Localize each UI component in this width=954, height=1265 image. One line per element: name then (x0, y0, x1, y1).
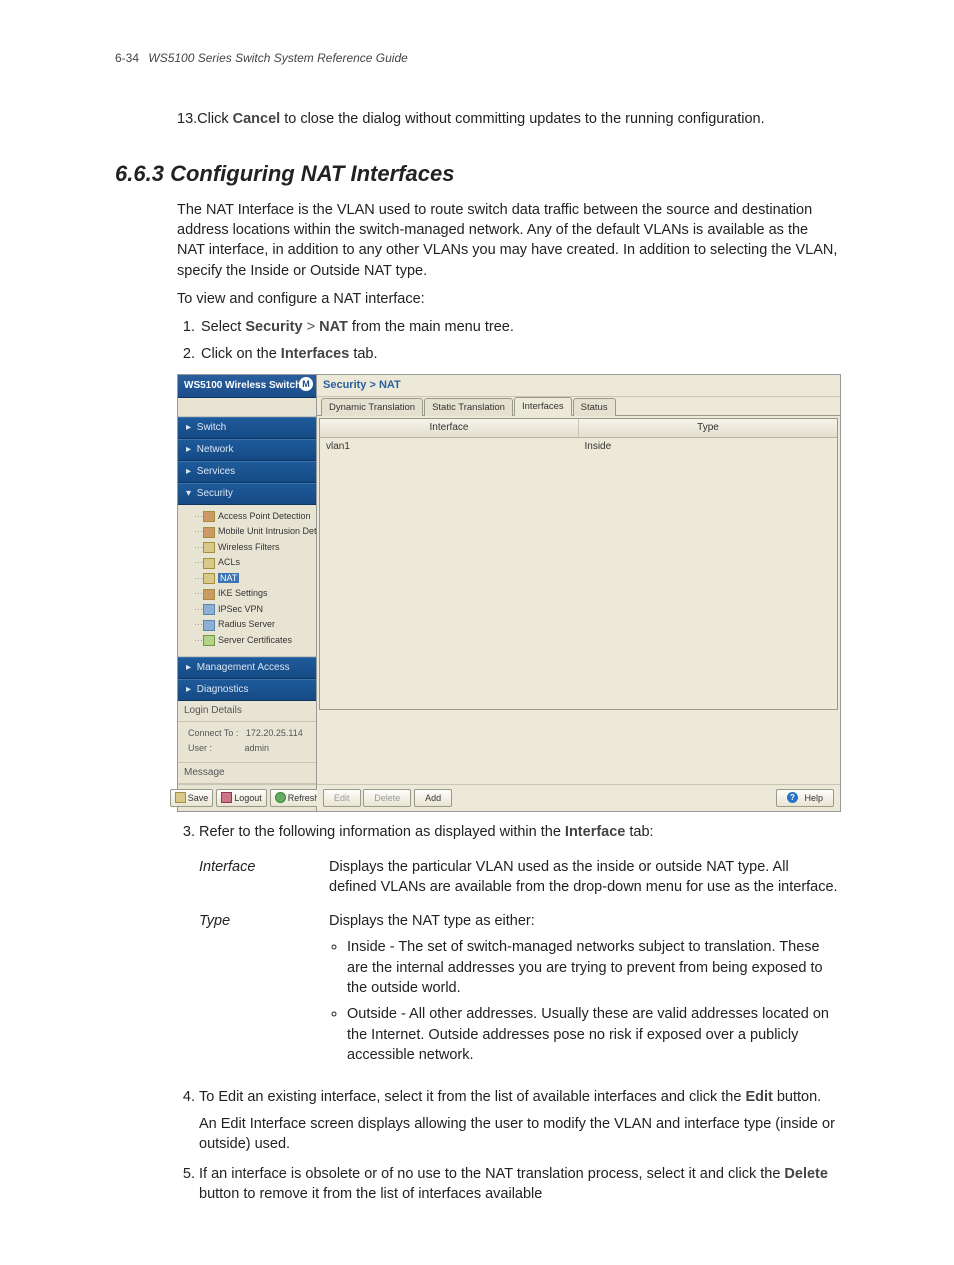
main-panel: Security > NAT Dynamic Translation Stati… (317, 375, 840, 811)
intro-lead: To view and configure a NAT interface: (177, 289, 839, 309)
tree-certs[interactable]: ⋯Server Certificates (184, 633, 312, 649)
def-interface-body: Displays the particular VLAN used as the… (329, 857, 839, 898)
add-button[interactable]: Add (414, 789, 452, 808)
page-header: 6-34 WS5100 Series Switch System Referen… (115, 50, 839, 67)
tree-nat[interactable]: ⋯NAT (184, 571, 312, 587)
cancel-ref: Cancel (233, 111, 281, 127)
nav-security[interactable]: ▾ Security (178, 483, 316, 505)
nat-icon (203, 573, 215, 584)
col-interface[interactable]: Interface (320, 419, 579, 437)
nav-network[interactable]: ▸ Network (178, 439, 316, 461)
sidebar: WS5100 Wireless Switch M ▸ Switch ▸ Netw… (178, 375, 317, 811)
step-4: To Edit an existing interface, select it… (199, 1087, 839, 1154)
cell-interface: vlan1 (320, 438, 579, 456)
tree-acls[interactable]: ⋯ACLs (184, 555, 312, 571)
save-icon (175, 792, 186, 803)
edit-button[interactable]: Edit (323, 789, 361, 808)
acls-icon (203, 558, 215, 569)
interfaces-table: Interface Type vlan1 Inside (319, 418, 838, 710)
tree-ike[interactable]: ⋯IKE Settings (184, 586, 312, 602)
nav-services[interactable]: ▸ Services (178, 461, 316, 483)
tab-dynamic[interactable]: Dynamic Translation (321, 398, 423, 416)
tree-access-point[interactable]: ⋯Access Point Detection (184, 509, 312, 525)
ike-icon (203, 589, 215, 600)
cell-type: Inside (579, 438, 838, 456)
page-number: 6-34 (115, 51, 139, 65)
logout-icon (221, 792, 232, 803)
def-type-body: Displays the NAT type as either: Inside … (329, 911, 839, 1071)
help-button[interactable]: ? Help (776, 789, 834, 808)
step-5: If an interface is obsolete or of no use… (199, 1164, 839, 1205)
steps-continued: Refer to the following information as di… (199, 822, 839, 1204)
message-label: Message (178, 763, 316, 784)
sidebar-title: WS5100 Wireless Switch M (178, 375, 316, 398)
security-tree: ⋯Access Point Detection ⋯Mobile Unit Int… (178, 505, 316, 658)
table-row[interactable]: vlan1 Inside (320, 438, 837, 457)
def-interface-term: Interface (199, 857, 329, 898)
tab-interfaces[interactable]: Interfaces (514, 397, 572, 416)
tab-static[interactable]: Static Translation (424, 398, 513, 416)
step-2: Click on the Interfaces tab. (199, 344, 839, 364)
delete-button[interactable]: Delete (363, 789, 411, 808)
login-details-label: Login Details (178, 701, 316, 722)
intro-paragraph: The NAT Interface is the VLAN used to ro… (177, 200, 839, 281)
tree-mobile-unit[interactable]: ⋯Mobile Unit Intrusion Detection (184, 524, 312, 540)
filters-icon (203, 542, 215, 553)
tree-radius[interactable]: ⋯Radius Server (184, 617, 312, 633)
brand-logo-icon: M (299, 377, 313, 391)
ipsec-icon (203, 604, 215, 615)
tree-wireless-filters[interactable]: ⋯Wireless Filters (184, 540, 312, 556)
save-button[interactable]: Save (170, 789, 214, 808)
login-details: Connect To : 172.20.25.114 User : admin (178, 722, 316, 762)
sidebar-footer: Save Logout Refresh (178, 784, 316, 812)
app-screenshot: WS5100 Wireless Switch M ▸ Switch ▸ Netw… (177, 374, 841, 812)
step-1: Select Security > NAT from the main menu… (199, 317, 839, 337)
tab-bar: Dynamic Translation Static Translation I… (317, 397, 840, 416)
nav-management[interactable]: ▸ Management Access (178, 657, 316, 679)
help-icon: ? (787, 792, 798, 803)
mobile-unit-icon (203, 527, 215, 538)
type-inside: Inside - The set of switch-managed netwo… (347, 937, 839, 998)
table-header: Interface Type (320, 419, 837, 438)
definitions-table: Interface Displays the particular VLAN u… (199, 857, 839, 1072)
tab-status[interactable]: Status (573, 398, 616, 416)
nav-switch[interactable]: ▸ Switch (178, 417, 316, 439)
breadcrumb: Security > NAT (317, 375, 840, 397)
main-footer: Edit Delete Add ? Help (317, 784, 840, 812)
tree-ipsec[interactable]: ⋯IPSec VPN (184, 602, 312, 618)
step-13: 13.Click Cancel to close the dialog with… (177, 109, 839, 129)
def-type-term: Type (199, 911, 329, 1071)
logout-button[interactable]: Logout (216, 789, 267, 808)
user-value: admin (245, 743, 270, 753)
col-type[interactable]: Type (579, 419, 837, 437)
steps-list: Select Security > NAT from the main menu… (199, 317, 839, 364)
step-3: Refer to the following information as di… (199, 822, 839, 1071)
nav-diagnostics[interactable]: ▸ Diagnostics (178, 679, 316, 701)
radius-icon (203, 620, 215, 631)
type-outside: Outside - All other addresses. Usually t… (347, 1004, 839, 1065)
refresh-icon (275, 792, 286, 803)
certs-icon (203, 635, 215, 646)
section-heading: 6.6.3 Configuring NAT Interfaces (115, 159, 839, 190)
access-point-icon (203, 511, 215, 522)
doc-title: WS5100 Series Switch System Reference Gu… (148, 51, 407, 65)
connect-value: 172.20.25.114 (246, 728, 303, 738)
